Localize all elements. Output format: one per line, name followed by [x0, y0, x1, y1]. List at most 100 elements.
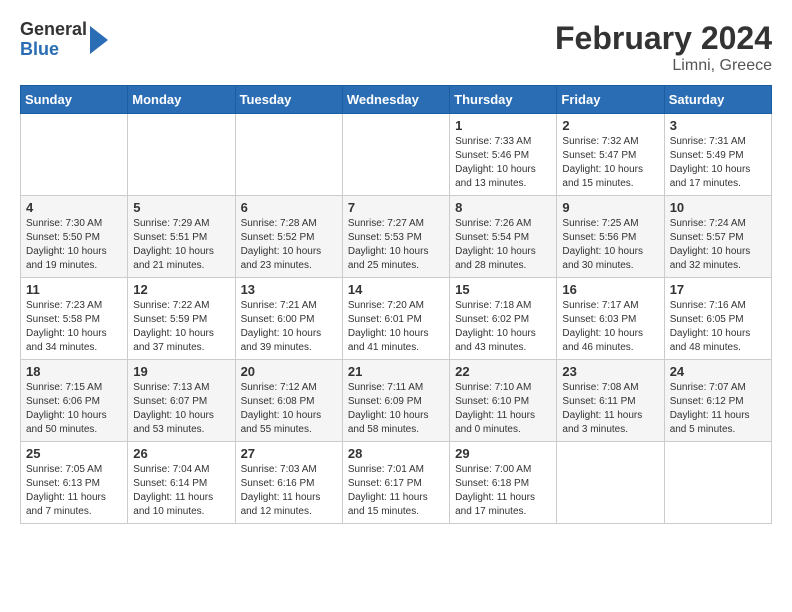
day-number: 4 [26, 200, 122, 215]
day-info: Sunrise: 7:32 AM Sunset: 5:47 PM Dayligh… [562, 135, 658, 191]
day-info: Sunrise: 7:10 AM Sunset: 6:10 PM Dayligh… [455, 381, 551, 437]
day-info: Sunrise: 7:27 AM Sunset: 5:53 PM Dayligh… [348, 217, 444, 273]
calendar-cell [342, 114, 449, 196]
day-info: Sunrise: 7:07 AM Sunset: 6:12 PM Dayligh… [670, 381, 766, 437]
day-number: 10 [670, 200, 766, 215]
calendar-cell [21, 114, 128, 196]
day-number: 5 [133, 200, 229, 215]
calendar-week-1: 4 Sunrise: 7:30 AM Sunset: 5:50 PM Daylig… [21, 196, 772, 278]
calendar-cell: 18 Sunrise: 7:15 AM Sunset: 6:06 PM Dayli… [21, 360, 128, 442]
calendar-week-3: 18 Sunrise: 7:15 AM Sunset: 6:06 PM Dayli… [21, 360, 772, 442]
day-info: Sunrise: 7:15 AM Sunset: 6:06 PM Dayligh… [26, 381, 122, 437]
weekday-row: SundayMondayTuesdayWednesdayThursdayFrid… [21, 86, 772, 114]
day-info: Sunrise: 7:18 AM Sunset: 6:02 PM Dayligh… [455, 299, 551, 355]
day-info: Sunrise: 7:11 AM Sunset: 6:09 PM Dayligh… [348, 381, 444, 437]
calendar-cell: 7 Sunrise: 7:27 AM Sunset: 5:53 PM Daylig… [342, 196, 449, 278]
calendar-cell: 16Sunrise: 7:17 AM Sunset: 6:03 PM Dayli… [557, 278, 664, 360]
day-number: 26 [133, 446, 229, 461]
weekday-header-sunday: Sunday [21, 86, 128, 114]
day-number: 15 [455, 282, 551, 297]
day-number: 3 [670, 118, 766, 133]
calendar-cell [128, 114, 235, 196]
calendar-cell: 8Sunrise: 7:26 AM Sunset: 5:54 PM Daylig… [450, 196, 557, 278]
day-info: Sunrise: 7:24 AM Sunset: 5:57 PM Dayligh… [670, 217, 766, 273]
day-number: 9 [562, 200, 658, 215]
calendar-cell: 14Sunrise: 7:20 AM Sunset: 6:01 PM Dayli… [342, 278, 449, 360]
calendar-cell: 25 Sunrise: 7:05 AM Sunset: 6:13 PM Dayli… [21, 442, 128, 524]
calendar-cell: 6 Sunrise: 7:28 AM Sunset: 5:52 PM Daylig… [235, 196, 342, 278]
day-number: 24 [670, 364, 766, 379]
weekday-header-friday: Friday [557, 86, 664, 114]
calendar-cell: 1 Sunrise: 7:33 AM Sunset: 5:46 PM Daylig… [450, 114, 557, 196]
calendar-cell: 17 Sunrise: 7:16 AM Sunset: 6:05 PM Dayli… [664, 278, 771, 360]
day-number: 22 [455, 364, 551, 379]
day-number: 25 [26, 446, 122, 461]
calendar-cell: 19 Sunrise: 7:13 AM Sunset: 6:07 PM Dayli… [128, 360, 235, 442]
day-info: Sunrise: 7:26 AM Sunset: 5:54 PM Dayligh… [455, 217, 551, 273]
calendar-cell: 22 Sunrise: 7:10 AM Sunset: 6:10 PM Dayli… [450, 360, 557, 442]
calendar-cell: 27 Sunrise: 7:03 AM Sunset: 6:16 PM Dayli… [235, 442, 342, 524]
day-info: Sunrise: 7:25 AM Sunset: 5:56 PM Dayligh… [562, 217, 658, 273]
day-info: Sunrise: 7:12 AM Sunset: 6:08 PM Dayligh… [241, 381, 337, 437]
day-number: 19 [133, 364, 229, 379]
weekday-header-monday: Monday [128, 86, 235, 114]
calendar-cell: 2Sunrise: 7:32 AM Sunset: 5:47 PM Daylig… [557, 114, 664, 196]
day-number: 20 [241, 364, 337, 379]
day-number: 6 [241, 200, 337, 215]
logo-blue: Blue [20, 40, 87, 60]
logo-arrow-icon [90, 26, 108, 54]
calendar-cell: 24 Sunrise: 7:07 AM Sunset: 6:12 PM Dayli… [664, 360, 771, 442]
calendar-cell [664, 442, 771, 524]
day-number: 27 [241, 446, 337, 461]
logo: General Blue [20, 20, 108, 60]
weekday-header-tuesday: Tuesday [235, 86, 342, 114]
day-number: 7 [348, 200, 444, 215]
day-info: Sunrise: 7:31 AM Sunset: 5:49 PM Dayligh… [670, 135, 766, 191]
day-info: Sunrise: 7:16 AM Sunset: 6:05 PM Dayligh… [670, 299, 766, 355]
day-number: 18 [26, 364, 122, 379]
day-info: Sunrise: 7:28 AM Sunset: 5:52 PM Dayligh… [241, 217, 337, 273]
day-info: Sunrise: 7:03 AM Sunset: 6:16 PM Dayligh… [241, 463, 337, 519]
calendar-header: SundayMondayTuesdayWednesdayThursdayFrid… [21, 86, 772, 114]
day-info: Sunrise: 7:17 AM Sunset: 6:03 PM Dayligh… [562, 299, 658, 355]
calendar-cell: 13 Sunrise: 7:21 AM Sunset: 6:00 PM Dayli… [235, 278, 342, 360]
page-header: General Blue February 2024 Limni, Greece [20, 20, 772, 75]
calendar-cell: 26 Sunrise: 7:04 AM Sunset: 6:14 PM Dayli… [128, 442, 235, 524]
calendar-cell: 4 Sunrise: 7:30 AM Sunset: 5:50 PM Daylig… [21, 196, 128, 278]
logo-text: General Blue [20, 20, 87, 60]
page-subtitle: Limni, Greece [555, 57, 772, 75]
weekday-header-saturday: Saturday [664, 86, 771, 114]
calendar-cell: 3 Sunrise: 7:31 AM Sunset: 5:49 PM Daylig… [664, 114, 771, 196]
calendar-cell: 23Sunrise: 7:08 AM Sunset: 6:11 PM Dayli… [557, 360, 664, 442]
day-info: Sunrise: 7:05 AM Sunset: 6:13 PM Dayligh… [26, 463, 122, 519]
calendar-cell: 10 Sunrise: 7:24 AM Sunset: 5:57 PM Dayli… [664, 196, 771, 278]
calendar-cell: 11Sunrise: 7:23 AM Sunset: 5:58 PM Dayli… [21, 278, 128, 360]
weekday-header-thursday: Thursday [450, 86, 557, 114]
calendar-cell: 21Sunrise: 7:11 AM Sunset: 6:09 PM Dayli… [342, 360, 449, 442]
day-number: 29 [455, 446, 551, 461]
calendar-week-4: 25 Sunrise: 7:05 AM Sunset: 6:13 PM Dayli… [21, 442, 772, 524]
day-number: 28 [348, 446, 444, 461]
day-number: 11 [26, 282, 122, 297]
calendar-cell [235, 114, 342, 196]
day-info: Sunrise: 7:20 AM Sunset: 6:01 PM Dayligh… [348, 299, 444, 355]
day-info: Sunrise: 7:00 AM Sunset: 6:18 PM Dayligh… [455, 463, 551, 519]
day-info: Sunrise: 7:01 AM Sunset: 6:17 PM Dayligh… [348, 463, 444, 519]
calendar-cell: 28 Sunrise: 7:01 AM Sunset: 6:17 PM Dayli… [342, 442, 449, 524]
calendar-body: 1 Sunrise: 7:33 AM Sunset: 5:46 PM Daylig… [21, 114, 772, 524]
calendar-cell: 12Sunrise: 7:22 AM Sunset: 5:59 PM Dayli… [128, 278, 235, 360]
day-number: 1 [455, 118, 551, 133]
day-number: 17 [670, 282, 766, 297]
calendar-cell: 15 Sunrise: 7:18 AM Sunset: 6:02 PM Dayli… [450, 278, 557, 360]
calendar-cell: 5 Sunrise: 7:29 AM Sunset: 5:51 PM Daylig… [128, 196, 235, 278]
weekday-header-wednesday: Wednesday [342, 86, 449, 114]
calendar-cell: 29 Sunrise: 7:00 AM Sunset: 6:18 PM Dayli… [450, 442, 557, 524]
day-info: Sunrise: 7:21 AM Sunset: 6:00 PM Dayligh… [241, 299, 337, 355]
day-number: 13 [241, 282, 337, 297]
day-info: Sunrise: 7:13 AM Sunset: 6:07 PM Dayligh… [133, 381, 229, 437]
day-info: Sunrise: 7:33 AM Sunset: 5:46 PM Dayligh… [455, 135, 551, 191]
day-info: Sunrise: 7:04 AM Sunset: 6:14 PM Dayligh… [133, 463, 229, 519]
day-info: Sunrise: 7:29 AM Sunset: 5:51 PM Dayligh… [133, 217, 229, 273]
day-info: Sunrise: 7:30 AM Sunset: 5:50 PM Dayligh… [26, 217, 122, 273]
calendar-cell: 9 Sunrise: 7:25 AM Sunset: 5:56 PM Daylig… [557, 196, 664, 278]
